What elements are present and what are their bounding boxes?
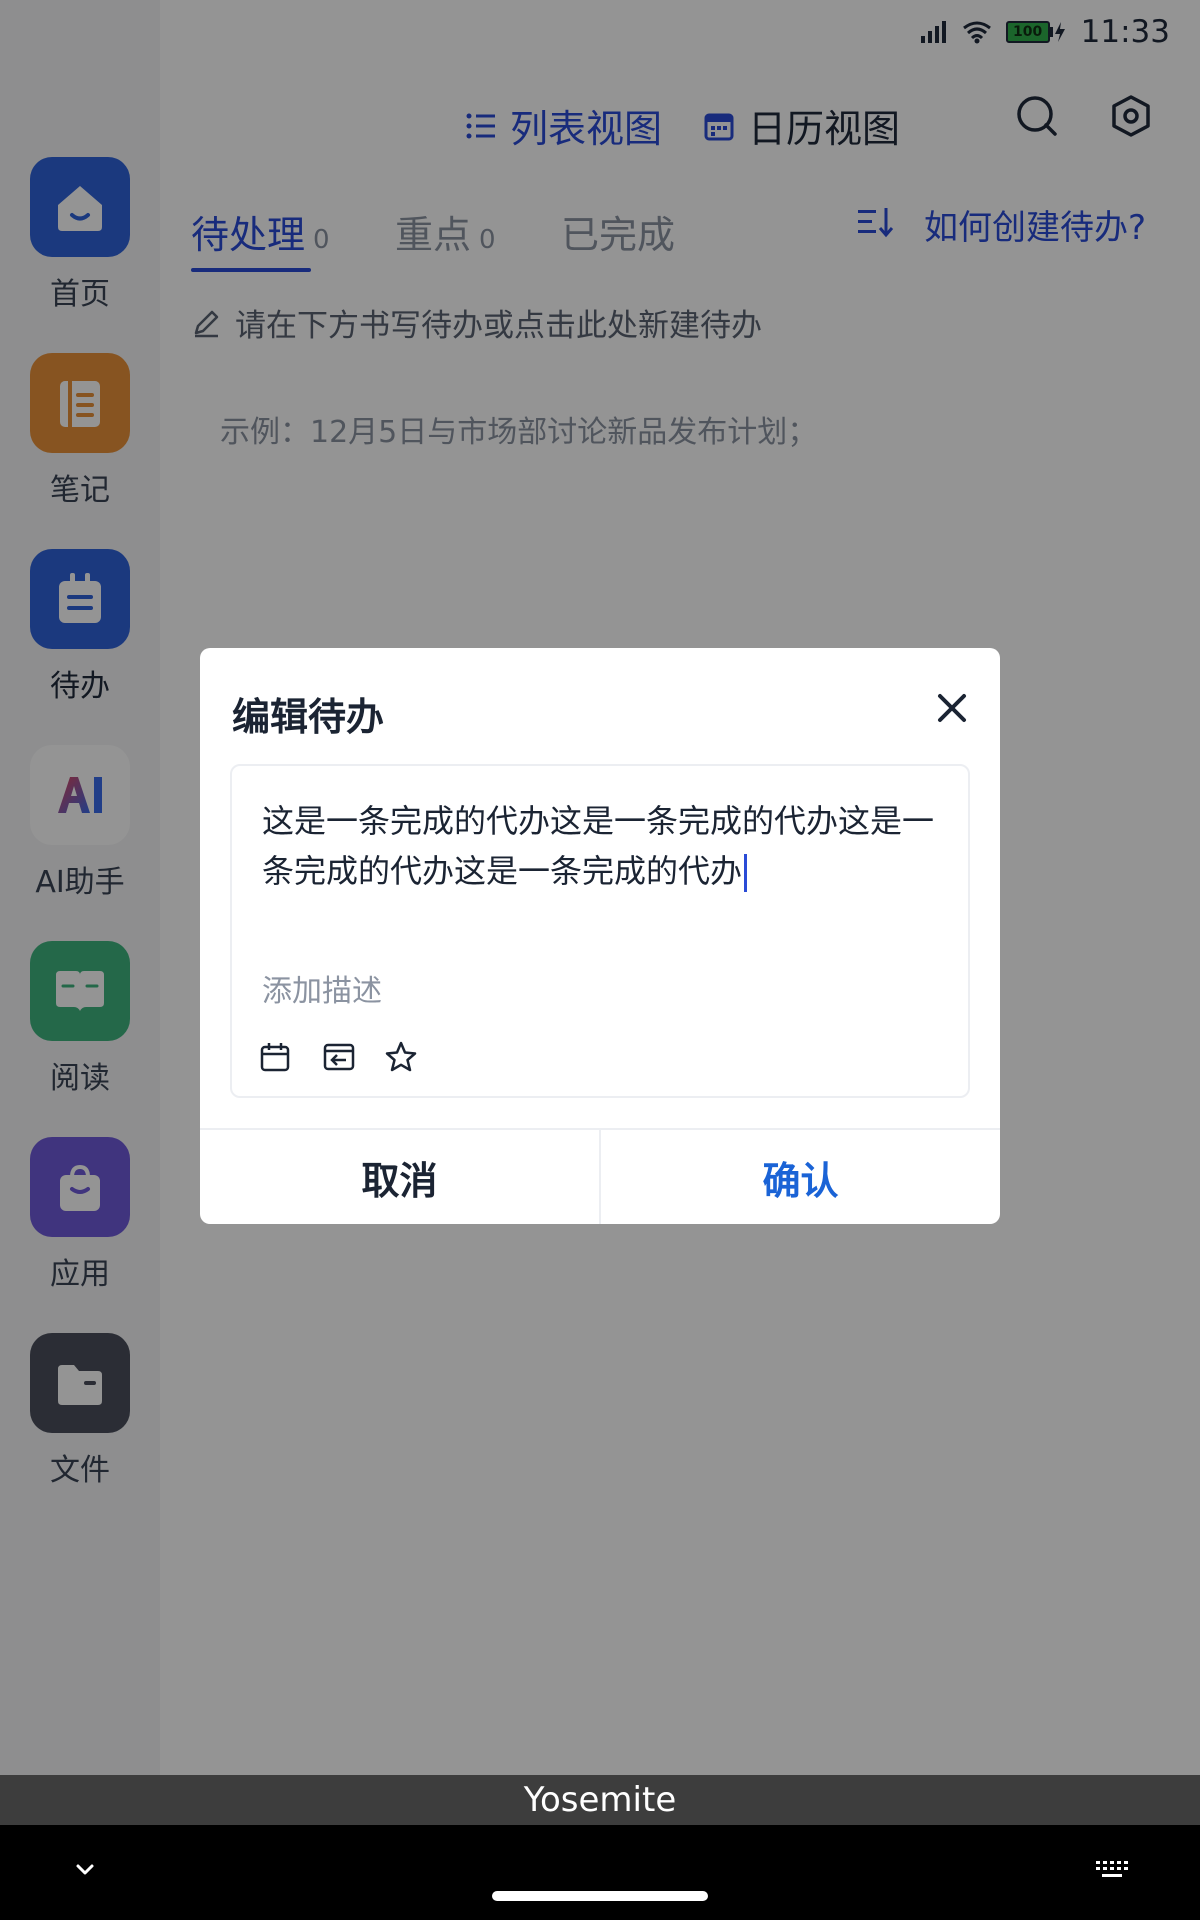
move-to-icon[interactable] [322,1040,356,1074]
home-indicator[interactable] [492,1891,708,1901]
chevron-down-icon[interactable] [70,1855,100,1885]
description-input[interactable]: 添加描述 [262,966,382,1010]
device-name-bar: Yosemite [0,1775,1200,1825]
text-caret [744,854,748,892]
confirm-button[interactable]: 确认 [601,1130,1000,1224]
keyboard-icon[interactable] [1094,1855,1130,1885]
calendar-icon[interactable] [258,1040,292,1074]
dialog-title: 编辑待办 [232,695,385,739]
todo-editor: 这是一条完成的代办这是一条完成的代办这是一条完成的代办这是一条完成的代办 添加描… [230,764,970,1098]
system-nav-bar [0,1825,1200,1920]
star-icon[interactable] [384,1040,418,1074]
close-icon[interactable] [930,686,974,730]
todo-text-value: 这是一条完成的代办这是一条完成的代办这是一条完成的代办这是一条完成的代办 [262,802,935,890]
device-name: Yosemite [523,1780,677,1820]
todo-text-input[interactable]: 这是一条完成的代办这是一条完成的代办这是一条完成的代办这是一条完成的代办 [262,796,942,896]
cancel-button[interactable]: 取消 [200,1130,601,1224]
edit-todo-dialog: 编辑待办 这是一条完成的代办这是一条完成的代办这是一条完成的代办这是一条完成的代… [200,648,1000,1224]
dialog-footer: 取消 确认 [200,1128,1000,1224]
